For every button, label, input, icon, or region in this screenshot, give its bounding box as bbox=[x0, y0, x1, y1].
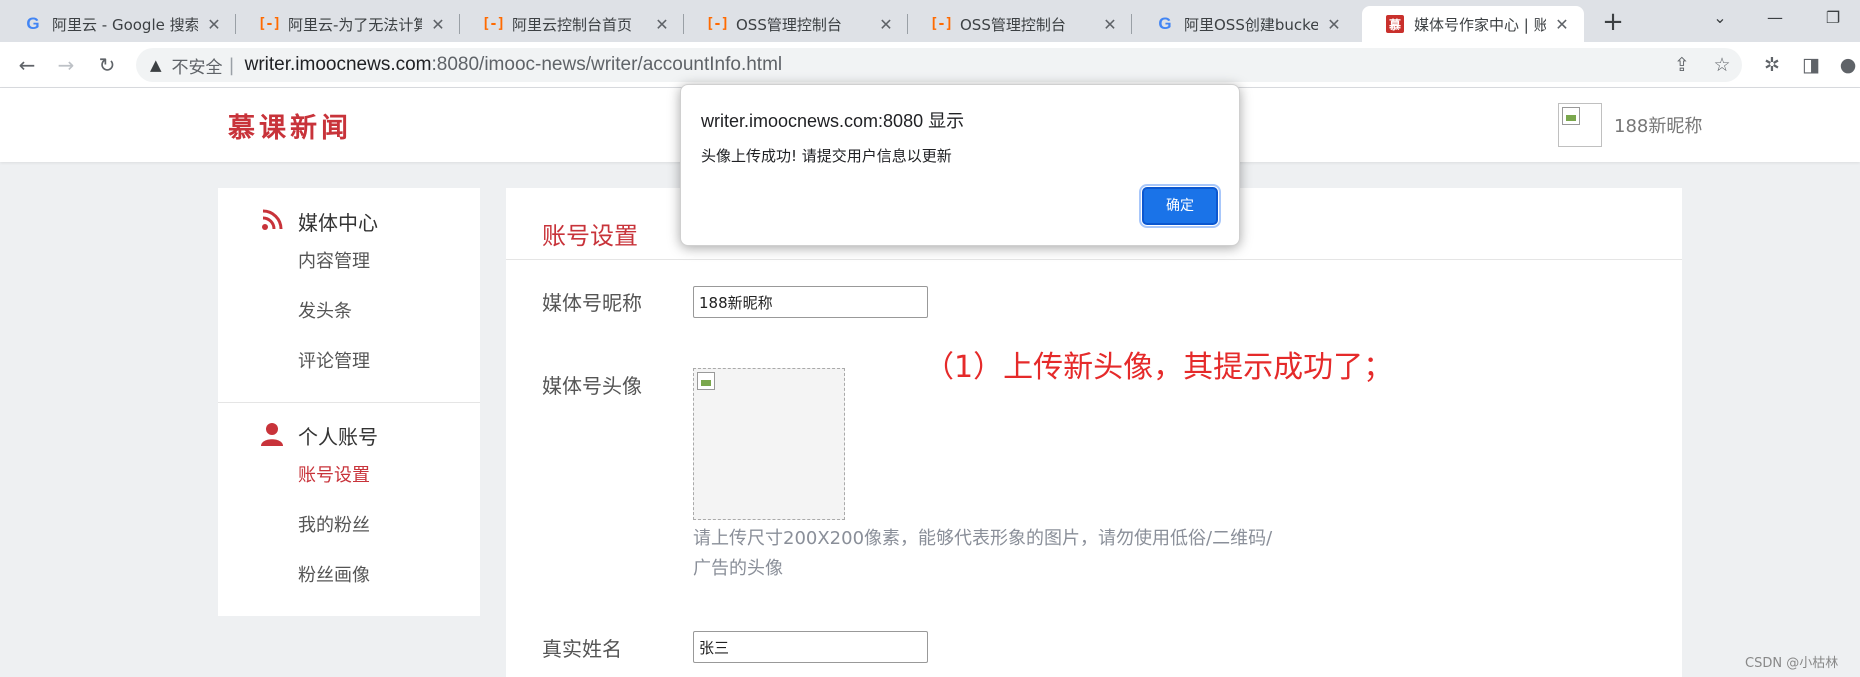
tab-title: OSS管理控制台 bbox=[960, 15, 1066, 34]
tab-title: 阿里云控制台首页 bbox=[512, 15, 633, 34]
aliyun-icon: [-] bbox=[929, 16, 953, 32]
url-text: writer.imoocnews.com:8080/imooc-news/wri… bbox=[245, 54, 783, 76]
restore-icon[interactable]: ❐ bbox=[1818, 8, 1848, 27]
reload-icon[interactable]: ↻ bbox=[93, 52, 121, 80]
minimize-icon[interactable]: — bbox=[1760, 8, 1790, 27]
account-settings-panel: 账号设置 媒体号昵称 媒体号头像 请上传尺寸200X200像素，能够代表形象的图… bbox=[506, 188, 1682, 677]
browser-tab[interactable]: G 阿里OSS创建bucket ✕ bbox=[1132, 6, 1356, 42]
extensions-icon[interactable]: ✲ bbox=[1758, 52, 1786, 78]
url-host: writer.imoocnews.com bbox=[244, 54, 432, 75]
broken-image-icon bbox=[1562, 107, 1580, 125]
browser-tab[interactable]: [-] OSS管理控制台 ✕ bbox=[684, 6, 908, 42]
aliyun-icon: [-] bbox=[705, 16, 729, 32]
warning-icon: ▲ bbox=[150, 56, 162, 74]
browser-tab-strip: G 阿里云 - Google 搜索 ✕ [-] 阿里云-为了无法计算的价值 ✕ … bbox=[0, 0, 1860, 42]
rss-icon bbox=[260, 208, 284, 232]
tab-close-icon[interactable]: ✕ bbox=[1324, 15, 1344, 34]
browser-toolbar: ← → ↻ ▲ 不安全 | writer.imoocnews.com:8080/… bbox=[0, 42, 1860, 88]
sidebar-item-my-fans[interactable]: 我的粉丝 bbox=[298, 511, 370, 537]
browser-tab-active[interactable]: 慕 媒体号作家中心 | 账号 ✕ bbox=[1362, 6, 1584, 42]
site-logo[interactable]: 慕课新闻 bbox=[228, 106, 352, 145]
new-tab-button[interactable]: + bbox=[1598, 8, 1628, 38]
tab-title: 阿里云-为了无法计算的价值 bbox=[288, 15, 422, 34]
tab-title: 阿里OSS创建bucket bbox=[1184, 15, 1318, 34]
tab-close-icon[interactable]: ✕ bbox=[1100, 15, 1120, 34]
tab-title: 媒体号作家中心 | 账号 bbox=[1414, 15, 1546, 34]
aliyun-icon: [-] bbox=[257, 16, 281, 32]
aliyun-icon: [-] bbox=[481, 16, 505, 32]
profile-icon[interactable]: ● bbox=[1834, 52, 1860, 78]
tab-search-icon[interactable]: ⌄ bbox=[1705, 8, 1735, 27]
tab-close-icon[interactable]: ✕ bbox=[204, 15, 224, 34]
sidebar-item-content-management[interactable]: 内容管理 bbox=[298, 247, 370, 273]
sidebar-item-account-settings[interactable]: 账号设置 bbox=[298, 461, 370, 487]
bookmark-star-icon[interactable]: ☆ bbox=[1708, 52, 1736, 78]
sidebar-section-media-center: 媒体中心 bbox=[298, 211, 378, 235]
browser-tab[interactable]: G 阿里云 - Google 搜索 ✕ bbox=[0, 6, 236, 42]
url-path: :8080/imooc-news/writer/accountInfo.html bbox=[431, 54, 783, 75]
sidebar-item-post[interactable]: 发头条 bbox=[298, 297, 352, 323]
alert-dialog: writer.imoocnews.com:8080 显示 头像上传成功! 请提交… bbox=[680, 84, 1240, 246]
realname-input[interactable] bbox=[693, 631, 928, 663]
broken-image-icon bbox=[697, 372, 715, 390]
dialog-ok-button[interactable]: 确定 bbox=[1139, 184, 1221, 228]
annotation-text: （1）上传新头像，其提示成功了； bbox=[924, 350, 1394, 385]
back-icon[interactable]: ← bbox=[13, 52, 41, 80]
nickname-input[interactable] bbox=[693, 286, 928, 318]
browser-tab[interactable]: [-] 阿里云-为了无法计算的价值 ✕ bbox=[236, 6, 460, 42]
side-panel-icon[interactable]: ◨ bbox=[1797, 52, 1825, 78]
dialog-message: 头像上传成功! 请提交用户信息以更新 bbox=[701, 147, 952, 165]
sidebar-item-comments[interactable]: 评论管理 bbox=[298, 347, 370, 373]
google-icon: G bbox=[1158, 14, 1172, 33]
realname-label: 真实姓名 bbox=[542, 637, 622, 661]
watermark: CSDN @小枯林 bbox=[1745, 656, 1839, 671]
tab-close-icon[interactable]: ✕ bbox=[1552, 15, 1572, 34]
forward-icon[interactable]: → bbox=[52, 52, 80, 80]
sidebar-divider bbox=[218, 402, 480, 403]
sidebar-section-personal-account: 个人账号 bbox=[298, 425, 378, 449]
tab-title: OSS管理控制台 bbox=[736, 15, 842, 34]
security-label: 不安全 bbox=[171, 57, 223, 78]
browser-tab[interactable]: [-] OSS管理控制台 ✕ bbox=[908, 6, 1132, 42]
avatar-hint: 请上传尺寸200X200像素，能够代表形象的图片，请勿使用低俗/二维码/广告的头… bbox=[693, 528, 1273, 579]
user-icon bbox=[260, 422, 284, 446]
browser-tab[interactable]: [-] 阿里云控制台首页 ✕ bbox=[460, 6, 684, 42]
avatar-label: 媒体号头像 bbox=[542, 374, 642, 398]
sidebar: 媒体中心 内容管理 发头条 评论管理 个人账号 账号设置 我的粉丝 粉丝画像 bbox=[218, 188, 480, 616]
address-separator: | bbox=[228, 54, 235, 76]
tab-title: 阿里云 - Google 搜索 bbox=[52, 15, 198, 34]
title-divider bbox=[506, 259, 1682, 260]
tab-close-icon[interactable]: ✕ bbox=[876, 15, 896, 34]
user-avatar[interactable] bbox=[1558, 103, 1602, 147]
avatar-upload[interactable] bbox=[693, 368, 845, 520]
page-title: 账号设置 bbox=[542, 222, 638, 250]
sidebar-item-fan-profile[interactable]: 粉丝画像 bbox=[298, 561, 370, 587]
user-nickname[interactable]: 188新昵称 bbox=[1614, 112, 1702, 138]
share-icon[interactable]: ⇪ bbox=[1668, 52, 1696, 78]
nickname-label: 媒体号昵称 bbox=[542, 291, 642, 315]
tab-close-icon[interactable]: ✕ bbox=[652, 15, 672, 34]
tab-close-icon[interactable]: ✕ bbox=[428, 15, 448, 34]
dialog-title: writer.imoocnews.com:8080 显示 bbox=[701, 111, 965, 131]
google-icon: G bbox=[26, 14, 40, 33]
address-bar[interactable]: ▲ 不安全 | writer.imoocnews.com:8080/imooc-… bbox=[136, 48, 1742, 82]
mooc-icon: 慕 bbox=[1386, 15, 1404, 33]
